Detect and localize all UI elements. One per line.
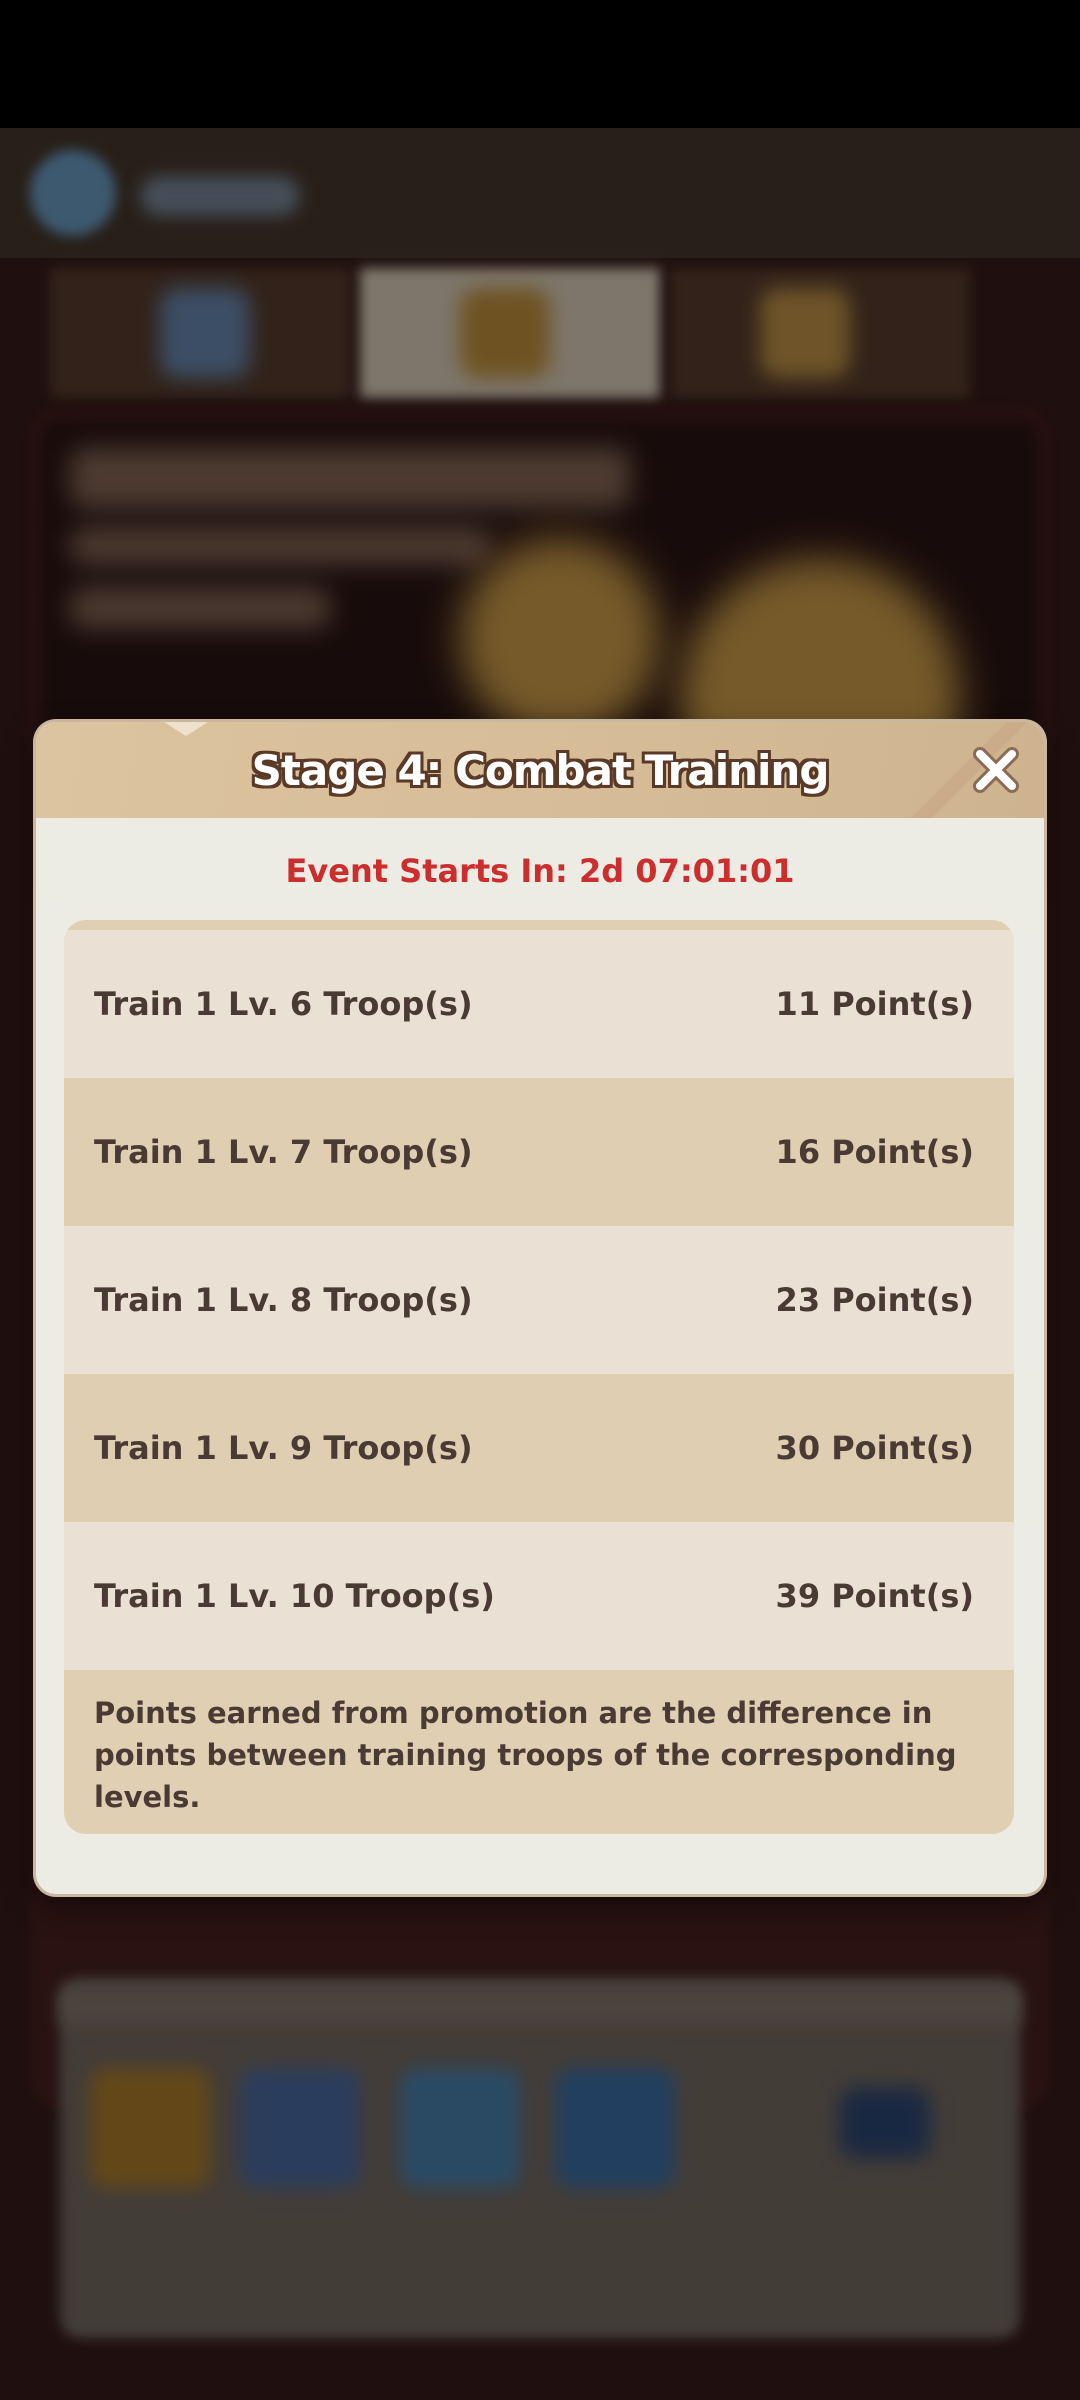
promotion-note: Points earned from promotion are the dif… bbox=[94, 1696, 957, 1814]
stage-info-dialog: Stage 4: Combat Training Event Starts In… bbox=[36, 722, 1044, 1894]
points-value: 39 Point(s) bbox=[775, 1577, 974, 1615]
event-countdown: Event Starts In: 2d 07:01:01 bbox=[285, 852, 795, 890]
points-value: 30 Point(s) bbox=[775, 1429, 974, 1467]
points-value: 16 Point(s) bbox=[775, 1133, 974, 1171]
table-row: Train 1 Lv. 6 Troop(s) 11 Point(s) bbox=[64, 930, 1014, 1078]
task-label: Train 1 Lv. 10 Troop(s) bbox=[94, 1577, 495, 1615]
close-x-icon bbox=[973, 747, 1019, 793]
close-button[interactable] bbox=[968, 742, 1024, 798]
table-row: Train 1 Lv. 7 Troop(s) 16 Point(s) bbox=[64, 1078, 1014, 1226]
table-row: Train 1 Lv. 10 Troop(s) 39 Point(s) bbox=[64, 1522, 1014, 1670]
task-label: Train 1 Lv. 8 Troop(s) bbox=[94, 1281, 473, 1319]
points-value: 23 Point(s) bbox=[775, 1281, 974, 1319]
status-bar bbox=[0, 0, 1080, 128]
table-row: Train 1 Lv. 8 Troop(s) 23 Point(s) bbox=[64, 1226, 1014, 1374]
task-label: Train 1 Lv. 9 Troop(s) bbox=[94, 1429, 473, 1467]
task-label: Train 1 Lv. 6 Troop(s) bbox=[94, 985, 473, 1023]
dialog-title: Stage 4: Combat Training bbox=[251, 745, 830, 795]
table-row: Train 1 Lv. 9 Troop(s) 30 Point(s) bbox=[64, 1374, 1014, 1522]
points-value: 11 Point(s) bbox=[775, 985, 974, 1023]
task-label: Train 1 Lv. 7 Troop(s) bbox=[94, 1133, 473, 1171]
points-table: Train 1 Lv. 6 Troop(s) 11 Point(s) Train… bbox=[64, 920, 1014, 1834]
